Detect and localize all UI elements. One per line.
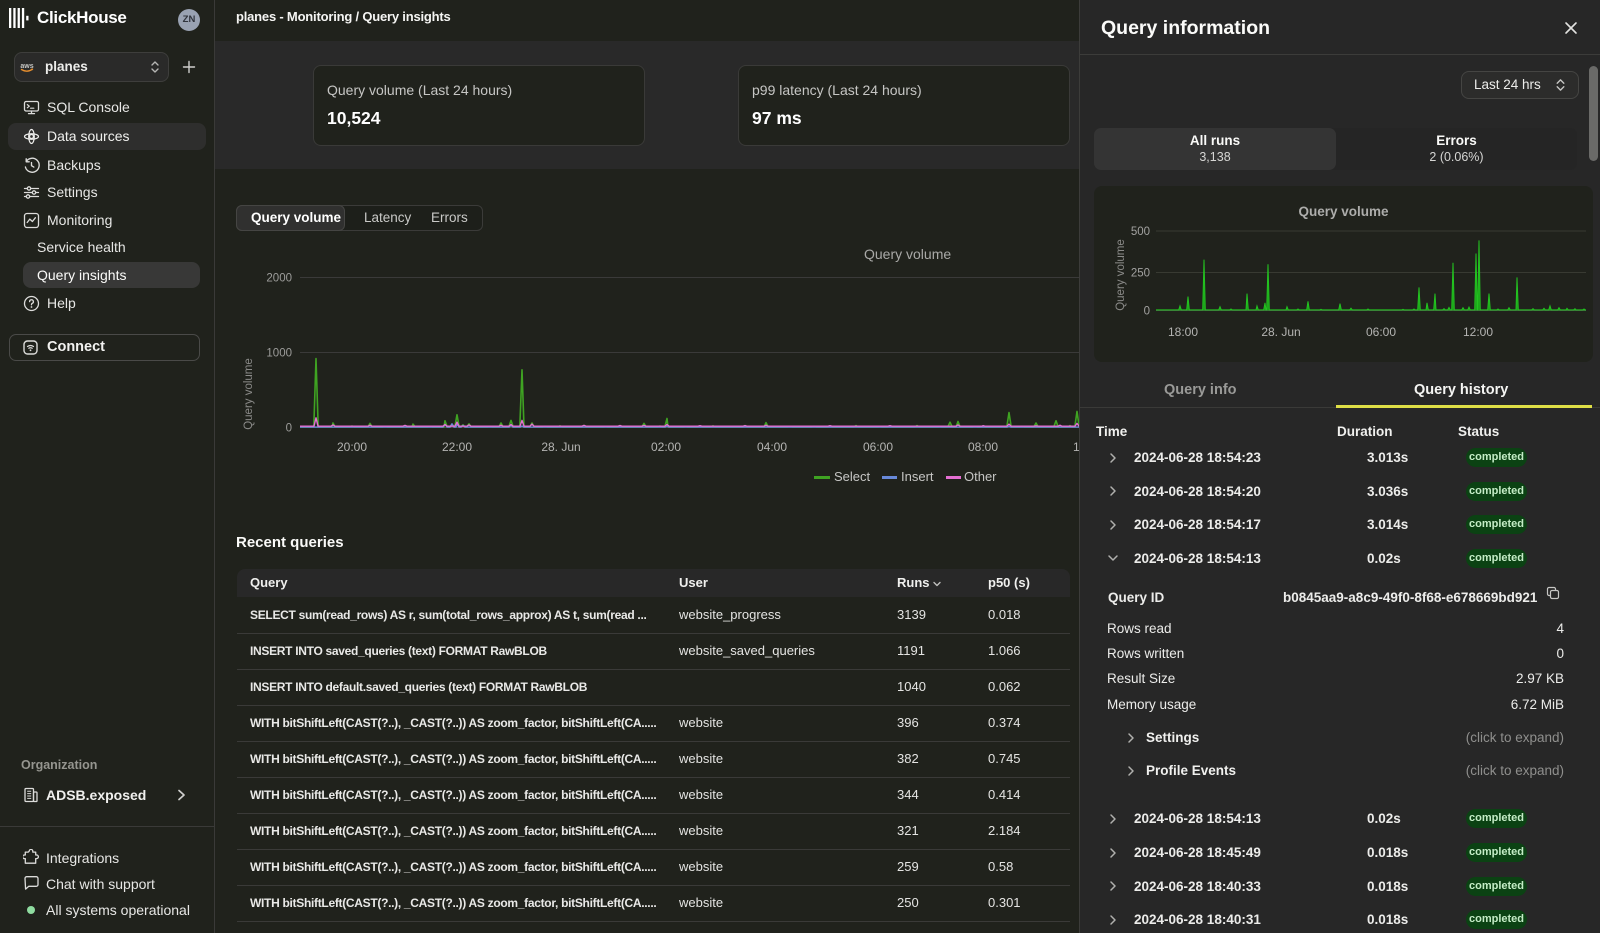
svg-text:08:00: 08:00 [968,440,998,454]
svg-text:20:00: 20:00 [337,440,367,454]
svg-text:250: 250 [1131,268,1150,280]
svg-text:0: 0 [286,423,292,435]
svg-text:Query volume: Query volume [1115,239,1127,311]
svg-text:18:00: 18:00 [1168,325,1198,339]
svg-text:04:00: 04:00 [757,440,787,454]
svg-text:Query volume: Query volume [243,358,255,430]
svg-text:22:00: 22:00 [442,440,472,454]
svg-text:28. Jun: 28. Jun [541,440,580,454]
svg-text:06:00: 06:00 [1366,325,1396,339]
svg-text:02:00: 02:00 [651,440,681,454]
svg-text:2000: 2000 [266,273,292,285]
svg-text:0: 0 [1144,306,1150,318]
svg-text:06:00: 06:00 [863,440,893,454]
svg-text:28. Jun: 28. Jun [1261,325,1300,339]
svg-text:12:00: 12:00 [1463,325,1493,339]
svg-text:500: 500 [1131,226,1150,238]
svg-text:1000: 1000 [266,348,292,360]
